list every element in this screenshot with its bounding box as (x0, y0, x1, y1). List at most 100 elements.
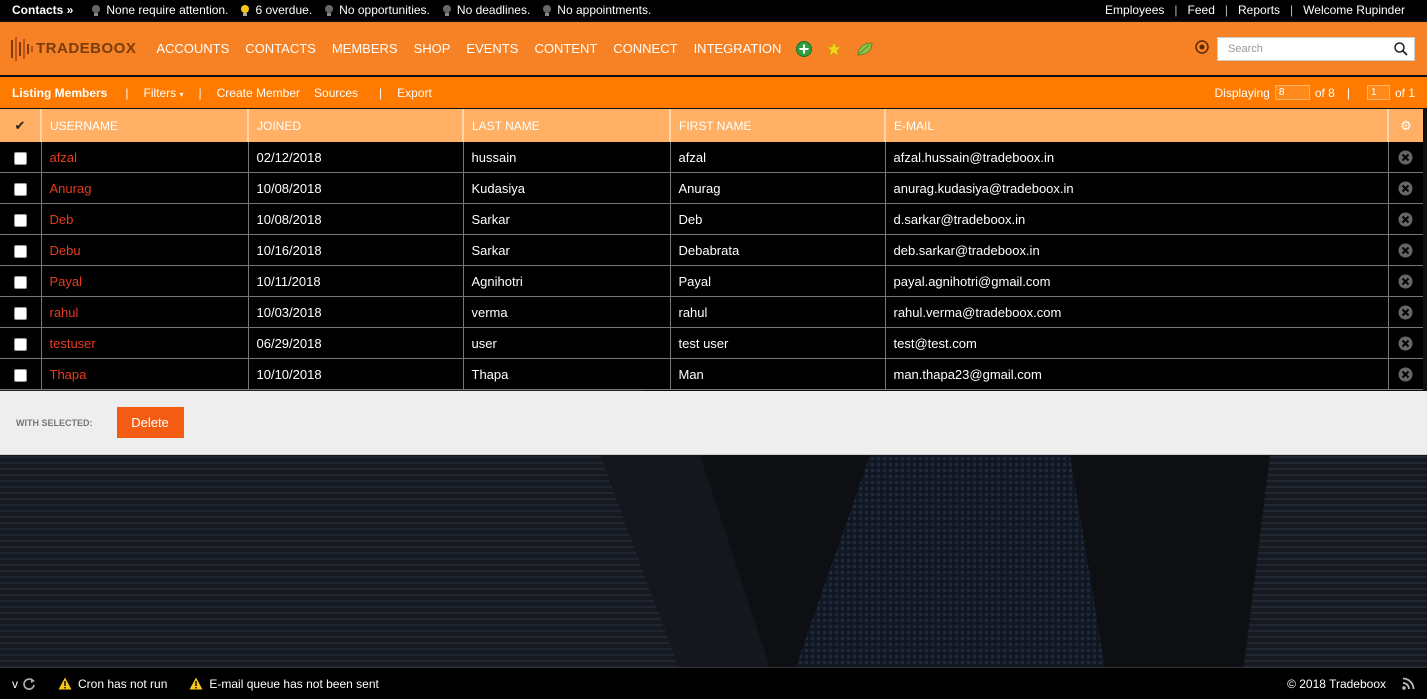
username-link[interactable]: afzal (41, 142, 249, 173)
gear-icon[interactable]: ⚙ (1400, 118, 1412, 133)
row-remove[interactable] (1388, 234, 1423, 266)
row-checkbox[interactable] (13, 244, 27, 258)
search-input[interactable] (1218, 42, 1394, 55)
stat-appointments[interactable]: No appointments. (542, 3, 651, 17)
rss-icon[interactable] (1402, 677, 1415, 690)
nav-accounts[interactable]: ACCOUNTS (156, 41, 229, 56)
stat-deadlines[interactable]: No deadlines. (442, 3, 530, 17)
create-member-link[interactable]: Create Member (217, 86, 300, 100)
col-joined[interactable]: JOINED (248, 109, 464, 142)
username-link[interactable]: Debu (41, 234, 249, 266)
row-checkbox[interactable] (13, 182, 27, 196)
select-all-header[interactable]: ✔ (0, 109, 42, 142)
refresh-icon[interactable] (22, 677, 36, 691)
stat-overdue[interactable]: 6 overdue. (240, 3, 312, 17)
link-employees[interactable]: Employees (1095, 3, 1174, 17)
stat-label: No opportunities. (339, 3, 430, 17)
search-icon[interactable] (1394, 41, 1408, 56)
bulk-actions: WITH SELECTED: Delete (0, 391, 1427, 455)
remove-icon[interactable] (1398, 274, 1413, 289)
remove-icon[interactable] (1398, 243, 1413, 258)
nav-events[interactable]: EVENTS (466, 41, 518, 56)
row-checkbox[interactable] (13, 337, 27, 351)
link-reports[interactable]: Reports (1228, 3, 1290, 17)
row-checkbox[interactable] (13, 368, 27, 382)
row-remove[interactable] (1388, 265, 1423, 297)
row-select[interactable] (0, 358, 42, 390)
stat-label: No deadlines. (456, 3, 531, 17)
col-username[interactable]: USERNAME (41, 109, 249, 142)
username-link[interactable]: Anurag (41, 172, 249, 204)
col-last-name[interactable]: LAST NAME (463, 109, 671, 142)
remove-icon[interactable] (1398, 181, 1413, 196)
row-select[interactable] (0, 203, 42, 235)
row-select[interactable] (0, 265, 42, 297)
nav-integration[interactable]: INTEGRATION (694, 41, 782, 56)
star-icon[interactable] (826, 40, 843, 57)
checkmark-icon[interactable]: ✔ (15, 118, 26, 133)
stat-opportunities[interactable]: No opportunities. (324, 3, 430, 17)
nav-shop[interactable]: SHOP (414, 41, 451, 56)
column-settings[interactable]: ⚙ (1388, 109, 1423, 142)
link-feed[interactable]: Feed (1178, 3, 1225, 17)
username-link[interactable]: rahul (41, 296, 249, 328)
row-select[interactable] (0, 296, 42, 328)
username-link[interactable]: testuser (41, 327, 249, 359)
export-link[interactable]: Export (397, 86, 432, 100)
joined-cell: 10/08/2018 (248, 172, 464, 204)
filters-dropdown[interactable]: Filters ▾ (143, 86, 183, 100)
per-page-input[interactable]: 8 (1274, 85, 1310, 100)
row-remove[interactable] (1388, 172, 1423, 204)
stat-attention[interactable]: None require attention. (91, 3, 228, 17)
cron-warning[interactable]: Cron has not run (58, 677, 167, 691)
username-link[interactable]: Deb (41, 203, 249, 235)
stat-label: 6 overdue. (255, 3, 313, 17)
table-row: Thapa 10/10/2018 Thapa Man man.thapa23@g… (0, 358, 1423, 390)
gear-icon[interactable] (1195, 40, 1209, 57)
row-remove[interactable] (1388, 327, 1423, 359)
col-email[interactable]: E-MAIL (885, 109, 1389, 142)
row-select[interactable] (0, 234, 42, 266)
username-link[interactable]: Thapa (41, 358, 249, 390)
welcome-user[interactable]: Welcome Rupinder (1293, 3, 1415, 17)
page-input[interactable]: 1 (1366, 85, 1390, 100)
nav-contacts[interactable]: CONTACTS (245, 41, 316, 56)
username-link[interactable]: Payal (41, 265, 249, 297)
row-remove[interactable] (1388, 203, 1423, 235)
listing-title[interactable]: Listing Members (12, 86, 107, 100)
nav-members[interactable]: MEMBERS (332, 41, 398, 56)
add-icon[interactable] (796, 40, 813, 57)
last-name-cell: Sarkar (463, 203, 671, 235)
row-checkbox[interactable] (13, 275, 27, 289)
row-checkbox[interactable] (13, 213, 27, 227)
first-name-cell: Debabrata (670, 234, 886, 266)
leaf-icon[interactable] (856, 41, 874, 57)
version[interactable]: v (12, 677, 36, 691)
first-name-cell: Deb (670, 203, 886, 235)
row-checkbox[interactable] (13, 151, 27, 165)
nav-content[interactable]: CONTENT (534, 41, 597, 56)
row-remove[interactable] (1388, 142, 1423, 173)
sources-link[interactable]: Sources (314, 86, 358, 100)
remove-icon[interactable] (1398, 150, 1413, 165)
col-first-name[interactable]: FIRST NAME (670, 109, 886, 142)
last-name-cell: user (463, 327, 671, 359)
row-select[interactable] (0, 172, 42, 204)
delete-button[interactable]: Delete (116, 407, 184, 438)
divider: | (125, 85, 129, 100)
pagination: Displaying 8 of 8 | 1 of 1 (1214, 85, 1427, 100)
remove-icon[interactable] (1398, 336, 1413, 351)
row-checkbox[interactable] (13, 306, 27, 320)
remove-icon[interactable] (1398, 367, 1413, 382)
row-select[interactable] (0, 142, 42, 173)
row-select[interactable] (0, 327, 42, 359)
search-box[interactable] (1217, 36, 1415, 61)
breadcrumb[interactable]: Contacts » (12, 3, 73, 17)
nav-connect[interactable]: CONNECT (613, 41, 677, 56)
email-queue-warning[interactable]: E-mail queue has not been sent (189, 677, 379, 691)
remove-icon[interactable] (1398, 305, 1413, 320)
logo[interactable]: TRADEBOOX (11, 34, 136, 64)
row-remove[interactable] (1388, 358, 1423, 390)
row-remove[interactable] (1388, 296, 1423, 328)
remove-icon[interactable] (1398, 212, 1413, 227)
